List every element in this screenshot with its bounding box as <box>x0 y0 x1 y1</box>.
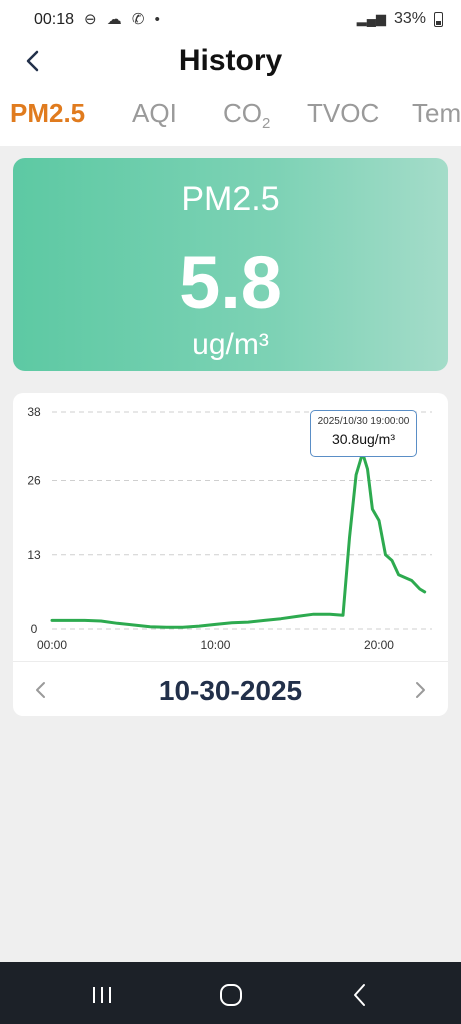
reading-value: 5.8 <box>179 241 282 324</box>
back-nav-icon[interactable] <box>347 982 373 1008</box>
history-chart-card: 0 13 26 38 00:00 10:00 20:00 2025/10/30 19:00:… <box>13 393 448 716</box>
date-navigator: 10-30-2025 <box>13 661 448 717</box>
tab-aqi[interactable]: AQI <box>132 98 177 129</box>
x-tick-label: 20:00 <box>364 638 394 652</box>
y-tick-label: 13 <box>27 548 41 562</box>
battery-icon <box>434 11 443 27</box>
x-tick-label: 00:00 <box>37 638 67 652</box>
status-time: 00:18 <box>34 11 75 28</box>
selected-date[interactable]: 10-30-2025 <box>13 675 448 707</box>
notification-icons: ⊖ ☁ ✆ • <box>84 11 163 28</box>
tab-co2[interactable]: CO2 <box>223 98 270 132</box>
home-icon[interactable] <box>218 982 244 1008</box>
y-tick-label: 38 <box>27 405 41 419</box>
tooltip-value: 30.8ug/m³ <box>331 431 396 447</box>
chart-tooltip: 2025/10/30 19:00:00 30.8ug/m³ <box>310 410 417 457</box>
tab-co2-label: CO <box>223 98 262 128</box>
signal-icon: ▂▄▆ <box>356 11 386 26</box>
tab-co2-subscript: 2 <box>262 115 271 133</box>
tab-temperature[interactable]: Tem <box>412 98 461 129</box>
reading-unit: ug/m³ <box>192 328 269 361</box>
page-title: History <box>178 44 283 77</box>
system-navigation-bar <box>0 962 461 1024</box>
header: History PM2.5 AQI CO2 TVOC Tem <box>0 40 461 146</box>
recent-apps-icon[interactable] <box>89 982 115 1008</box>
reading-label: PM2.5 <box>181 180 280 218</box>
status-right-icons: ▂▄▆ 33% <box>357 10 443 28</box>
current-reading-card: PM2.5 5.8 ug/m³ <box>13 158 448 371</box>
x-tick-label: 10:00 <box>200 638 230 652</box>
series-line <box>50 451 427 629</box>
tab-pm25[interactable]: PM2.5 <box>10 98 85 129</box>
next-day-icon[interactable] <box>410 680 430 700</box>
y-tick-label: 26 <box>27 474 41 488</box>
metric-tabs: PM2.5 AQI CO2 TVOC Tem <box>0 98 461 138</box>
battery-percent: 33% <box>393 10 426 27</box>
tooltip-time: 2025/10/30 19:00:00 <box>317 416 410 427</box>
status-bar: 00:18 ⊖ ☁ ✆ • ▂▄▆ 33% <box>0 0 461 40</box>
tab-tvoc[interactable]: TVOC <box>307 98 379 129</box>
y-tick-label: 0 <box>31 622 38 636</box>
